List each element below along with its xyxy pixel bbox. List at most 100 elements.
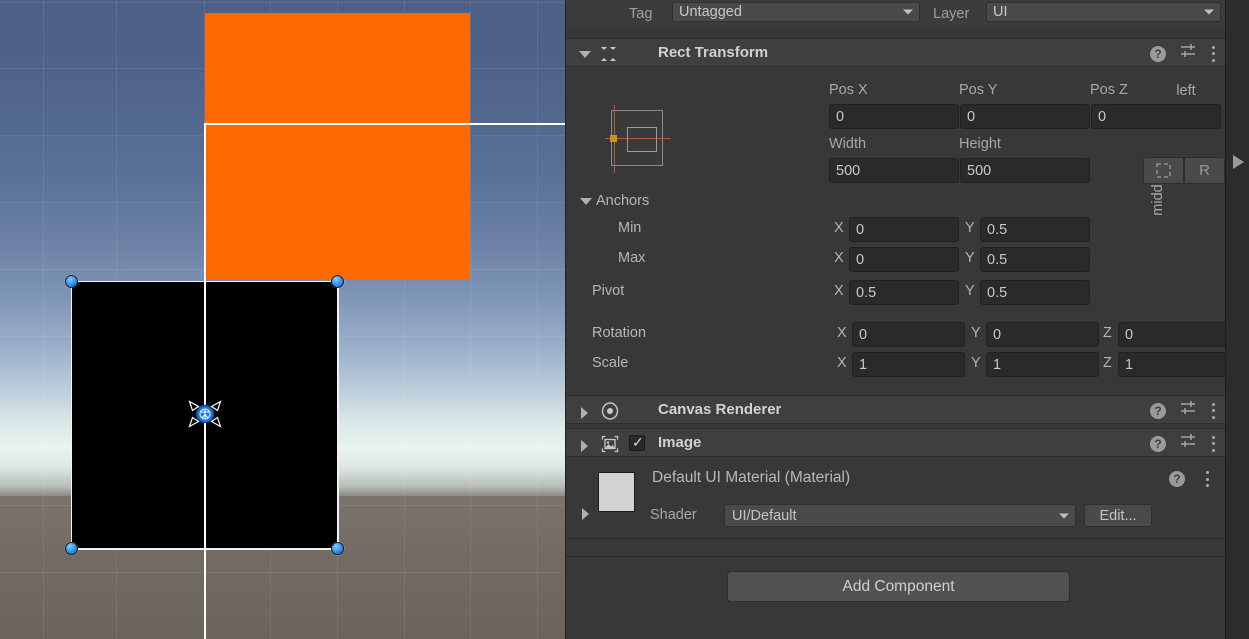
layer-value: UI	[993, 4, 1008, 20]
edit-shader-button[interactable]: Edit...	[1084, 504, 1152, 527]
rect-transform-title: Rect Transform	[658, 44, 769, 61]
anchor-min-x-axis: X	[834, 220, 844, 236]
help-icon[interactable]: ?	[1150, 435, 1166, 452]
collapsed-panel-rail[interactable]	[1225, 0, 1249, 639]
help-icon[interactable]: ?	[1150, 45, 1166, 62]
tag-label: Tag	[629, 5, 653, 22]
image-component-icon	[601, 435, 619, 458]
preset-icon[interactable]	[1180, 433, 1197, 454]
foldout-arrow-icon[interactable]	[581, 440, 588, 452]
width-label: Width	[829, 136, 867, 152]
blueprint-mode-toggle[interactable]	[1143, 157, 1184, 184]
rect-transform-body: left middle Pos X Pos Y Pos Z 0 0 0 Widt…	[566, 68, 1231, 390]
resize-handle-bottom-left[interactable]	[65, 542, 78, 555]
pivot-label: Pivot	[592, 283, 625, 299]
pivot-x-input[interactable]: 0.5	[849, 280, 959, 305]
anchor-max-x-input[interactable]: 0	[849, 247, 959, 272]
scale-label: Scale	[592, 355, 629, 371]
component-header-icons: ?	[1150, 429, 1215, 458]
image-component-title: Image	[658, 434, 702, 451]
canvas-center-vertical-line	[204, 123, 206, 639]
image-enabled-checkbox[interactable]	[629, 434, 645, 451]
anchor-max-y-axis: Y	[965, 250, 975, 266]
anchor-min-y-axis: Y	[965, 220, 975, 236]
anchor-max-x-axis: X	[834, 250, 844, 266]
rotation-label: Rotation	[592, 325, 647, 341]
chevron-down-icon	[1059, 513, 1069, 518]
rect-transform-header[interactable]: Rect Transform ?	[566, 38, 1225, 67]
kebab-menu-icon[interactable]	[1211, 402, 1215, 419]
shader-value: UI/Default	[732, 507, 797, 524]
scale-z-axis: Z	[1103, 355, 1112, 371]
material-foldout-arrow-icon[interactable]	[582, 508, 589, 520]
pivot-x-axis: X	[834, 283, 844, 299]
tag-layer-row: Tag Untagged Layer UI	[566, 0, 1225, 27]
kebab-menu-icon[interactable]	[1211, 45, 1215, 62]
foldout-arrow-icon[interactable]	[579, 51, 591, 58]
resize-handle-bottom-right[interactable]	[331, 542, 344, 555]
pivot-y-input[interactable]: 0.5	[980, 280, 1090, 305]
rotation-x-input[interactable]: 0	[852, 322, 965, 347]
rotation-y-axis: Y	[971, 325, 981, 341]
scale-y-input[interactable]: 1	[986, 352, 1099, 377]
unity-editor-window: Tag Untagged Layer UI Rect Transform ? l…	[0, 0, 1249, 639]
preset-icon[interactable]	[1180, 400, 1197, 421]
anchors-label: Anchors	[596, 193, 650, 209]
material-preview-swatch[interactable]	[598, 472, 635, 512]
pos-z-input[interactable]: 0	[1091, 104, 1221, 129]
inspector-panel: Tag Untagged Layer UI Rect Transform ? l…	[565, 0, 1231, 639]
section-divider-2	[566, 556, 1225, 557]
canvas-renderer-header[interactable]: Canvas Renderer ?	[566, 395, 1225, 424]
scale-x-axis: X	[837, 355, 847, 371]
kebab-menu-icon[interactable]	[1205, 471, 1209, 487]
material-inspector: Default UI Material (Material) ? Shader …	[566, 462, 1225, 532]
height-input[interactable]: 500	[960, 158, 1090, 183]
anchor-inner-rect	[627, 127, 657, 152]
help-icon[interactable]: ?	[1169, 471, 1185, 487]
canvas-renderer-icon	[601, 402, 619, 425]
sibling-ui-rect[interactable]	[205, 13, 470, 279]
rotation-z-input[interactable]: 0	[1118, 322, 1231, 347]
anchor-max-label: Max	[618, 250, 646, 266]
kebab-menu-icon[interactable]	[1211, 435, 1215, 452]
anchor-min-label: Min	[618, 220, 642, 236]
move-tool-gizmo[interactable]	[184, 393, 226, 435]
rect-transform-icon	[599, 45, 618, 68]
selection-outline-left	[71, 281, 72, 549]
scale-z-input[interactable]: 1	[1118, 352, 1231, 377]
anchor-max-y-input[interactable]: 0.5	[980, 247, 1090, 272]
expand-panel-arrow-icon[interactable]	[1233, 155, 1244, 169]
pos-z-label: Pos Z	[1090, 82, 1128, 98]
pos-y-label: Pos Y	[959, 82, 998, 98]
foldout-arrow-icon[interactable]	[581, 407, 588, 419]
preset-icon[interactable]	[1180, 43, 1197, 64]
anchor-min-x-input[interactable]: 0	[849, 217, 959, 242]
tag-dropdown[interactable]: Untagged	[672, 2, 920, 22]
component-header-icons: ?	[1150, 396, 1215, 425]
pos-y-input[interactable]: 0	[960, 104, 1090, 129]
pos-x-input[interactable]: 0	[829, 104, 959, 129]
anchor-preset-button[interactable]	[605, 105, 671, 173]
resize-handle-top-right[interactable]	[331, 275, 344, 288]
anchors-foldout-arrow-icon[interactable]	[580, 198, 592, 205]
rotation-y-input[interactable]: 0	[986, 322, 1099, 347]
anchor-min-y-input[interactable]: 0.5	[980, 217, 1090, 242]
resize-handle-top-left[interactable]	[65, 275, 78, 288]
rotation-z-axis: Z	[1103, 325, 1112, 341]
add-component-button[interactable]: Add Component	[727, 571, 1070, 602]
selection-outline-right	[337, 281, 339, 549]
scene-view[interactable]	[0, 0, 565, 639]
width-input[interactable]: 500	[829, 158, 959, 183]
layer-dropdown[interactable]: UI	[986, 2, 1221, 22]
help-icon[interactable]: ?	[1150, 402, 1166, 419]
chevron-down-icon	[903, 9, 913, 15]
canvas-renderer-title: Canvas Renderer	[658, 401, 782, 418]
layer-label: Layer	[933, 5, 970, 22]
image-component-header[interactable]: Image ?	[566, 428, 1225, 457]
material-title: Default UI Material (Material)	[652, 469, 851, 486]
scale-x-input[interactable]: 1	[852, 352, 965, 377]
raw-edit-mode-toggle[interactable]: R	[1184, 157, 1225, 184]
shader-label: Shader	[650, 507, 697, 523]
shader-dropdown[interactable]: UI/Default	[724, 504, 1076, 527]
section-divider	[566, 538, 1225, 539]
